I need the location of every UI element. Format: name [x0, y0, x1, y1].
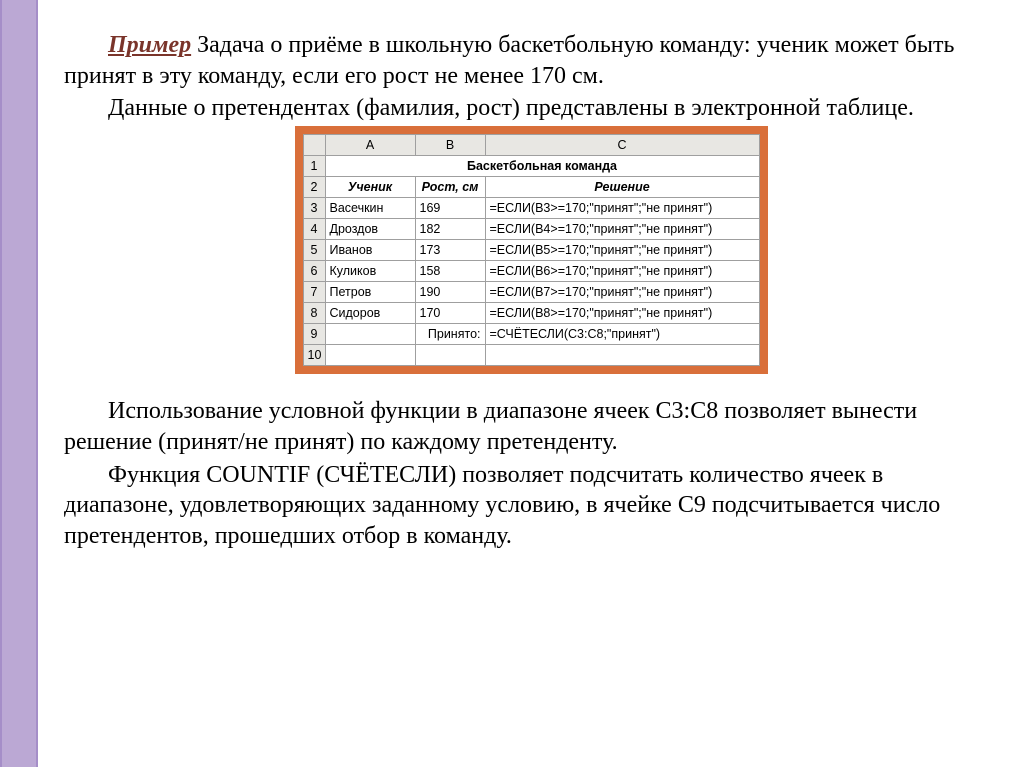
row-number: 1: [303, 156, 325, 177]
spreadsheet-table: A B C 1 Баскетбольная команда 2 Ученик Р…: [303, 134, 760, 366]
row-7: 7 Петров 190 =ЕСЛИ(B7>=170;"принят";"не …: [303, 282, 759, 303]
cell-C4: =ЕСЛИ(B4>=170;"принят";"не принят"): [485, 219, 759, 240]
row-1: 1 Баскетбольная команда: [303, 156, 759, 177]
row-8: 8 Сидоров 170 =ЕСЛИ(B8>=170;"принят";"не…: [303, 303, 759, 324]
col-header-C: C: [485, 135, 759, 156]
row-number: 10: [303, 345, 325, 366]
cell-C6: =ЕСЛИ(B6>=170;"принят";"не принят"): [485, 261, 759, 282]
cell-A6: Куликов: [325, 261, 415, 282]
header-decision: Решение: [485, 177, 759, 198]
explanation-paragraph-2: Функция COUNTIF (СЧЁТЕСЛИ) позволяет под…: [64, 460, 998, 552]
example-label: Пример: [108, 32, 191, 58]
cell-B10: [415, 345, 485, 366]
cell-C3: =ЕСЛИ(B3>=170;"принят";"не принят"): [485, 198, 759, 219]
cell-B7: 190: [415, 282, 485, 303]
row-number: 8: [303, 303, 325, 324]
slide-content: Пример Задача о приёме в школьную баскет…: [38, 0, 1024, 562]
row-2: 2 Ученик Рост, см Решение: [303, 177, 759, 198]
row-number: 7: [303, 282, 325, 303]
corner-cell: [303, 135, 325, 156]
row-number: 5: [303, 240, 325, 261]
header-height: Рост, см: [415, 177, 485, 198]
cell-B4: 182: [415, 219, 485, 240]
intro-paragraph-1: Пример Задача о приёме в школьную баскет…: [64, 30, 998, 91]
cell-B3: 169: [415, 198, 485, 219]
row-number: 6: [303, 261, 325, 282]
table-title: Баскетбольная команда: [325, 156, 759, 177]
cell-B8: 170: [415, 303, 485, 324]
col-header-B: B: [415, 135, 485, 156]
cell-C5: =ЕСЛИ(B5>=170;"принят";"не принят"): [485, 240, 759, 261]
row-10: 10: [303, 345, 759, 366]
header-student: Ученик: [325, 177, 415, 198]
row-number: 9: [303, 324, 325, 345]
row-number: 2: [303, 177, 325, 198]
row-5: 5 Иванов 173 =ЕСЛИ(B5>=170;"принят";"не …: [303, 240, 759, 261]
row-number: 4: [303, 219, 325, 240]
row-3: 3 Васечкин 169 =ЕСЛИ(B3>=170;"принят";"н…: [303, 198, 759, 219]
cell-A7: Петров: [325, 282, 415, 303]
column-header-row: A B C: [303, 135, 759, 156]
cell-A4: Дроздов: [325, 219, 415, 240]
cell-A8: Сидоров: [325, 303, 415, 324]
cell-A9: [325, 324, 415, 345]
row-6: 6 Куликов 158 =ЕСЛИ(B6>=170;"принят";"не…: [303, 261, 759, 282]
explanation-paragraph-1: Использование условной функции в диапазо…: [64, 396, 998, 457]
cell-B9: Принято:: [415, 324, 485, 345]
spreadsheet-inner: A B C 1 Баскетбольная команда 2 Ученик Р…: [301, 132, 762, 368]
row-4: 4 Дроздов 182 =ЕСЛИ(B4>=170;"принят";"не…: [303, 219, 759, 240]
intro-text-1: Задача о приёме в школьную баскетбольную…: [64, 32, 954, 89]
row-number: 3: [303, 198, 325, 219]
cell-B6: 158: [415, 261, 485, 282]
cell-C8: =ЕСЛИ(B8>=170;"принят";"не принят"): [485, 303, 759, 324]
spreadsheet-frame: A B C 1 Баскетбольная команда 2 Ученик Р…: [295, 126, 768, 374]
cell-A10: [325, 345, 415, 366]
explanation-block: Использование условной функции в диапазо…: [64, 396, 998, 552]
cell-A5: Иванов: [325, 240, 415, 261]
intro-paragraph-2: Данные о претендентах (фамилия, рост) пр…: [64, 93, 998, 124]
cell-B5: 173: [415, 240, 485, 261]
row-9: 9 Принято: =СЧЁТЕСЛИ(C3:C8;"принят"): [303, 324, 759, 345]
cell-C7: =ЕСЛИ(B7>=170;"принят";"не принят"): [485, 282, 759, 303]
cell-C10: [485, 345, 759, 366]
cell-A3: Васечкин: [325, 198, 415, 219]
col-header-A: A: [325, 135, 415, 156]
cell-C9: =СЧЁТЕСЛИ(C3:C8;"принят"): [485, 324, 759, 345]
decorative-left-band: [0, 0, 38, 767]
